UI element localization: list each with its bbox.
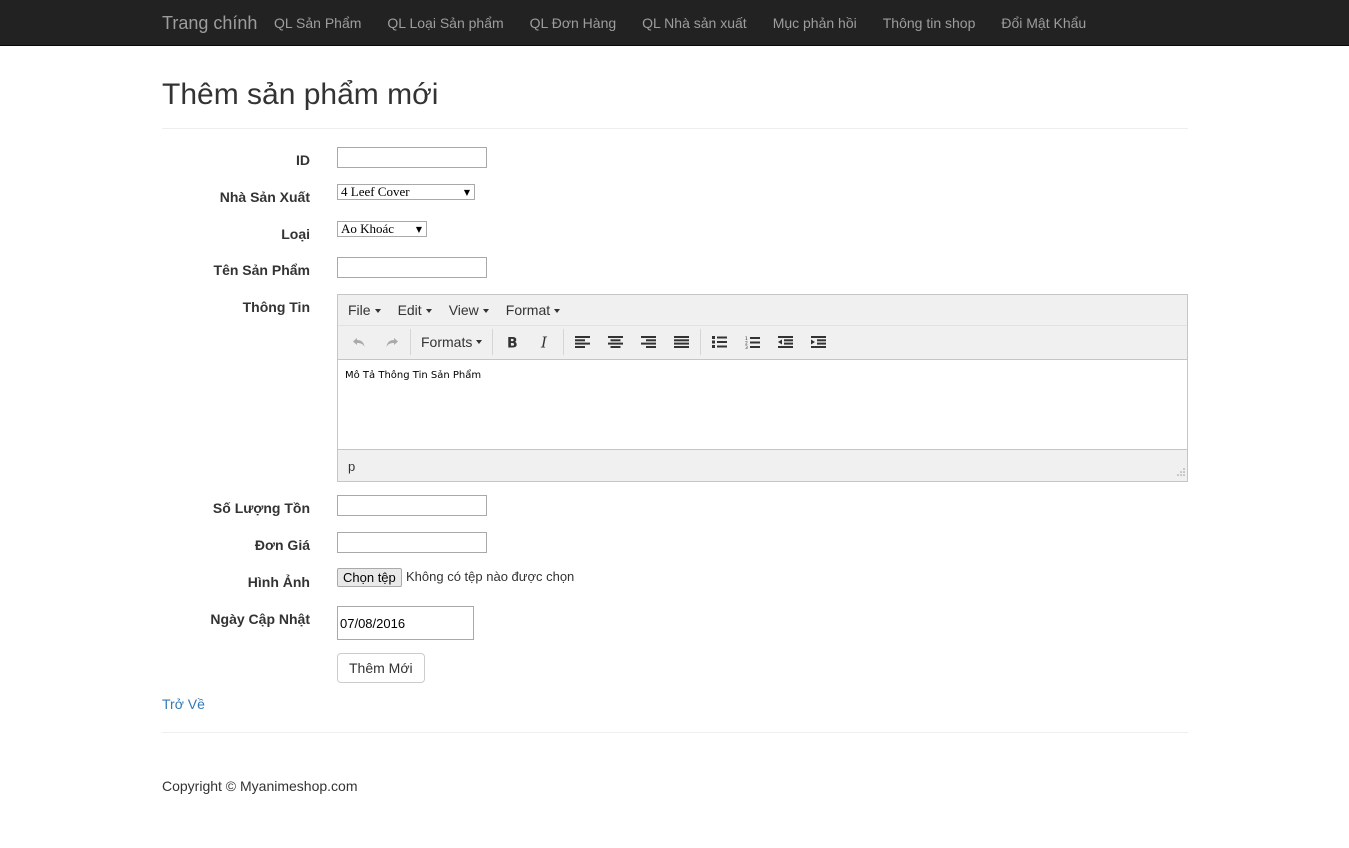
type-label: Loại: [281, 226, 310, 242]
svg-text:B: B: [507, 336, 518, 350]
caret-down-icon: [554, 309, 561, 314]
nav-item-feedback[interactable]: Mục phản hồi: [760, 0, 870, 44]
stock-input[interactable]: [337, 495, 487, 516]
caret-down-icon: [425, 309, 432, 314]
nav-item-shop-info[interactable]: Thông tin shop: [870, 0, 989, 44]
date-label: Ngày Cập Nhật: [210, 611, 310, 627]
dropdown-arrow-icon: ▼: [463, 188, 470, 197]
price-label: Đơn Giá: [254, 537, 310, 553]
caret-down-icon: [482, 309, 489, 314]
editor-menu-view[interactable]: View: [443, 302, 495, 318]
nav-item-change-password[interactable]: Đổi Mật Khẩu: [988, 0, 1099, 44]
date-input[interactable]: 07/08/2016: [337, 606, 474, 640]
align-center-icon[interactable]: [599, 329, 632, 355]
nav-item-products[interactable]: QL Sản Phẩm: [261, 0, 374, 44]
dropdown-arrow-icon: ▼: [415, 225, 422, 234]
id-input[interactable]: [337, 147, 487, 168]
bold-icon[interactable]: B: [495, 329, 528, 355]
type-select[interactable]: Ao Khoác ▼: [337, 221, 427, 237]
add-new-button[interactable]: Thêm Mới: [337, 653, 425, 683]
editor-menu-edit[interactable]: Edit: [392, 302, 438, 318]
type-select-value: Ao Khoác: [341, 221, 395, 236]
resize-handle-icon[interactable]: [1177, 463, 1185, 479]
editor-toolbar: Formats B I 1 2 3: [338, 326, 1187, 358]
editor-menu-file[interactable]: File: [342, 302, 387, 318]
name-input[interactable]: [337, 257, 487, 278]
editor-menubar: File Edit View Format: [338, 295, 1187, 326]
bullet-list-icon[interactable]: [703, 329, 736, 355]
undo-icon[interactable]: [342, 329, 375, 355]
formats-dropdown[interactable]: Formats: [413, 329, 490, 355]
nav-item-orders[interactable]: QL Đơn Hàng: [517, 0, 629, 44]
back-link[interactable]: Trở Về: [162, 696, 205, 712]
italic-icon[interactable]: I: [528, 329, 561, 355]
page-title: Thêm sản phẩm mới: [162, 78, 439, 111]
indent-icon[interactable]: [802, 329, 835, 355]
nav-item-categories[interactable]: QL Loại Sản phẩm: [374, 0, 516, 44]
price-input[interactable]: [337, 532, 487, 553]
maker-label: Nhà Sản Xuất: [219, 189, 310, 205]
maker-select-value: 4 Leef Cover: [341, 184, 410, 199]
caret-down-icon: [476, 340, 483, 344]
nav-menu: QL Sản Phẩm QL Loại Sản phẩm QL Đơn Hàng…: [261, 0, 1099, 45]
align-justify-icon[interactable]: [665, 329, 698, 355]
caret-down-icon: [374, 309, 381, 314]
footer-copyright: Copyright © Myanimeshop.com: [162, 778, 358, 794]
numbered-list-icon[interactable]: 123: [736, 329, 769, 355]
svg-text:3: 3: [745, 345, 748, 349]
align-right-icon[interactable]: [632, 329, 665, 355]
info-label: Thông Tin: [242, 299, 310, 315]
file-status-text: Không có tệp nào được chọn: [406, 569, 575, 584]
date-input-value: 07/08/2016: [340, 616, 406, 631]
rich-text-editor: File Edit View Format Formats B I 1 2 3 …: [337, 294, 1188, 482]
footer-divider: [162, 732, 1188, 733]
stock-label: Số Lượng Tồn: [212, 500, 310, 516]
image-label: Hình Ảnh: [247, 574, 310, 590]
top-navbar: Trang chính QL Sản Phẩm QL Loại Sản phẩm…: [0, 0, 1349, 46]
svg-text:I: I: [540, 335, 548, 349]
name-label: Tên Sản Phẩm: [213, 262, 310, 278]
redo-icon[interactable]: [375, 329, 408, 355]
id-label: ID: [296, 152, 310, 168]
editor-menu-format[interactable]: Format: [500, 302, 566, 318]
editor-content-text: Mô Tả Thông Tin Sản Phẩm: [345, 370, 482, 381]
choose-file-button[interactable]: Chọn tệp: [337, 568, 402, 587]
align-left-icon[interactable]: [566, 329, 599, 355]
brand-link[interactable]: Trang chính: [162, 13, 257, 34]
title-divider: [162, 128, 1188, 129]
editor-status-path: p: [348, 459, 356, 474]
maker-select[interactable]: 4 Leef Cover ▼: [337, 184, 475, 200]
outdent-icon[interactable]: [769, 329, 802, 355]
editor-content-area[interactable]: Mô Tả Thông Tin Sản Phẩm: [338, 359, 1187, 450]
nav-item-manufacturers[interactable]: QL Nhà sản xuất: [629, 0, 760, 44]
